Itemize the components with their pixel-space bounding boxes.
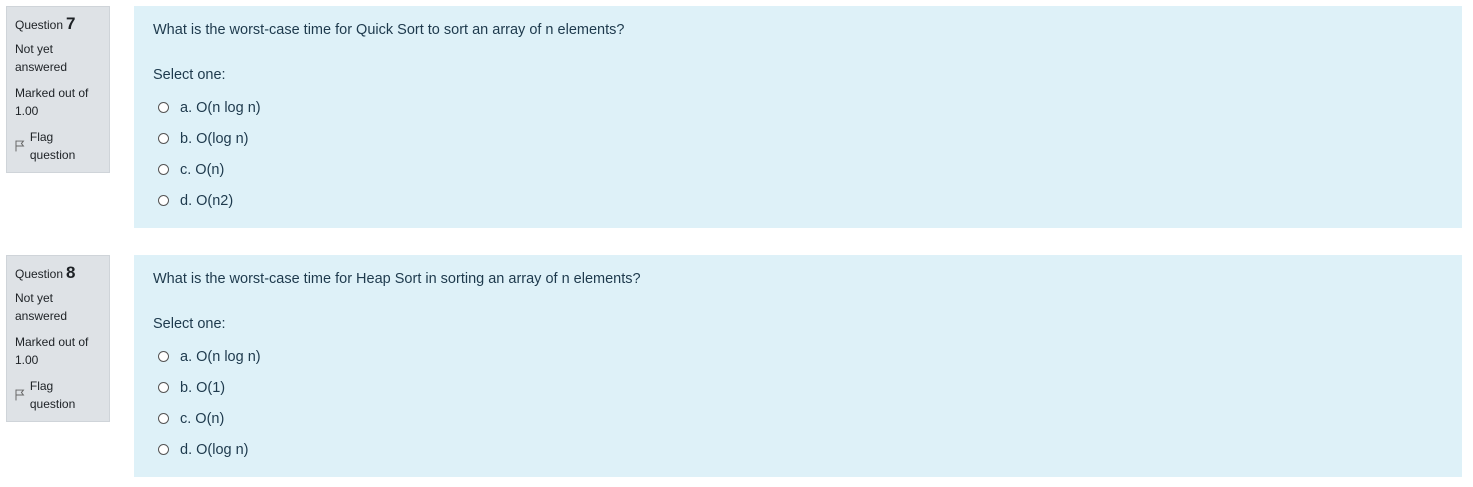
answer-option-d[interactable]: d. O(n2) [158, 185, 261, 216]
question-label: Question [15, 267, 64, 281]
answer-label: c. O(n) [180, 161, 225, 178]
answer-label: b. O(1) [180, 379, 226, 396]
question-content: What is the worst-case time for Quick So… [134, 6, 1462, 228]
select-one-prompt: Select one: [153, 67, 226, 83]
answer-label: c. O(n) [180, 410, 225, 427]
question-number: Question 8 [15, 262, 101, 285]
question-number: Question 7 [15, 13, 101, 36]
flag-question-link[interactable]: Flag question [15, 128, 101, 164]
flag-question-label: Flag question [29, 130, 76, 162]
answer-option-b[interactable]: b. O(1) [158, 372, 261, 403]
select-one-prompt: Select one: [153, 316, 226, 332]
question-state: Not yet answered [15, 291, 68, 323]
question-number-value: 7 [66, 14, 76, 33]
question-grade: Marked out of 1.00 [15, 335, 89, 367]
radio-button[interactable] [158, 133, 169, 144]
answer-option-d[interactable]: d. O(log n) [158, 434, 261, 465]
answer-options: a. O(n log n) b. O(log n) c. O(n) d. O(n… [158, 92, 261, 216]
answer-option-a[interactable]: a. O(n log n) [158, 341, 261, 372]
question-info: Question 7 Not yet answered Marked out of… [6, 6, 110, 173]
answer-option-a[interactable]: a. O(n log n) [158, 92, 261, 123]
radio-button[interactable] [158, 444, 169, 455]
question-state: Not yet answered [15, 42, 68, 74]
radio-button[interactable] [158, 195, 169, 206]
question-content: What is the worst-case time for Heap Sor… [134, 255, 1462, 477]
radio-button[interactable] [158, 413, 169, 424]
flag-question-label: Flag question [29, 379, 76, 411]
answer-label: a. O(n log n) [180, 99, 261, 116]
answer-option-c[interactable]: c. O(n) [158, 154, 261, 185]
radio-button[interactable] [158, 351, 169, 362]
answer-label: b. O(log n) [180, 130, 249, 147]
answer-options: a. O(n log n) b. O(1) c. O(n) d. O(log n… [158, 341, 261, 465]
question-info: Question 8 Not yet answered Marked out of… [6, 255, 110, 422]
answer-option-b[interactable]: b. O(log n) [158, 123, 261, 154]
flag-icon [15, 140, 25, 152]
radio-button[interactable] [158, 102, 169, 113]
answer-label: d. O(log n) [180, 441, 249, 458]
answer-option-c[interactable]: c. O(n) [158, 403, 261, 434]
question-text: What is the worst-case time for Quick So… [153, 22, 625, 38]
question-number-value: 8 [66, 263, 76, 282]
answer-label: d. O(n2) [180, 192, 234, 209]
flag-question-link[interactable]: Flag question [15, 377, 101, 413]
answer-label: a. O(n log n) [180, 348, 261, 365]
question-label: Question [15, 18, 64, 32]
flag-icon [15, 389, 25, 401]
question-grade: Marked out of 1.00 [15, 86, 89, 118]
radio-button[interactable] [158, 164, 169, 175]
question-text: What is the worst-case time for Heap Sor… [153, 271, 641, 287]
radio-button[interactable] [158, 382, 169, 393]
